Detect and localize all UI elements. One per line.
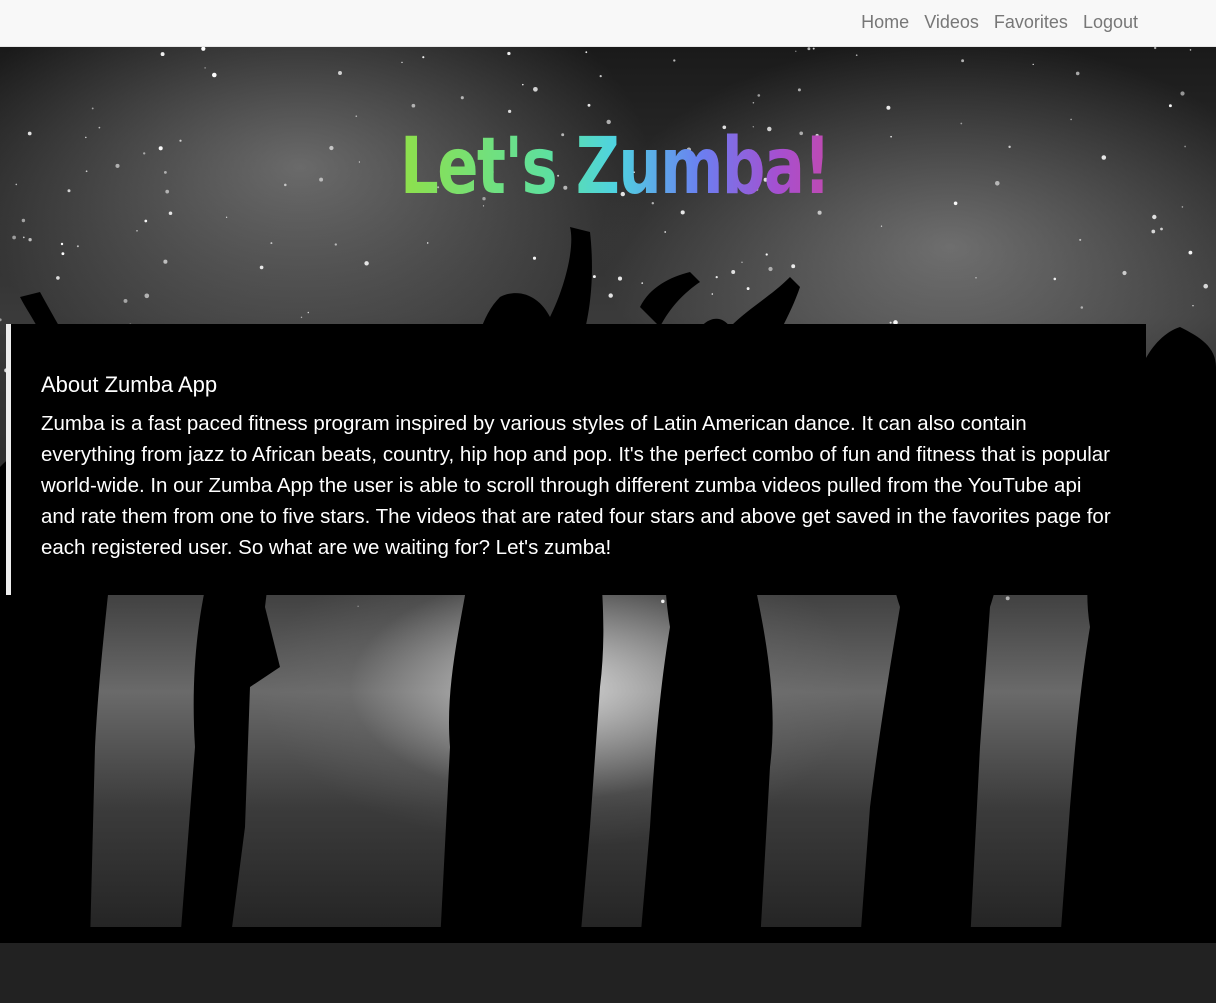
navbar: Home Videos Favorites Logout bbox=[0, 0, 1216, 47]
about-heading: About Zumba App bbox=[41, 372, 218, 397]
nav-favorites-link[interactable]: Favorites bbox=[994, 12, 1068, 33]
nav-links: Home Videos Favorites Logout bbox=[846, 0, 1138, 45]
nav-videos-link[interactable]: Videos bbox=[924, 12, 979, 33]
nav-home-link[interactable]: Home bbox=[861, 12, 909, 33]
footer bbox=[0, 943, 1216, 1003]
about-panel: About Zumba App Zumba is a fast paced fi… bbox=[6, 324, 1146, 595]
nav-logout-link[interactable]: Logout bbox=[1083, 12, 1138, 33]
hero-title-logo: Let's Zumba! bbox=[400, 122, 831, 212]
about-description: Zumba is a fast paced fitness program in… bbox=[41, 412, 1111, 559]
